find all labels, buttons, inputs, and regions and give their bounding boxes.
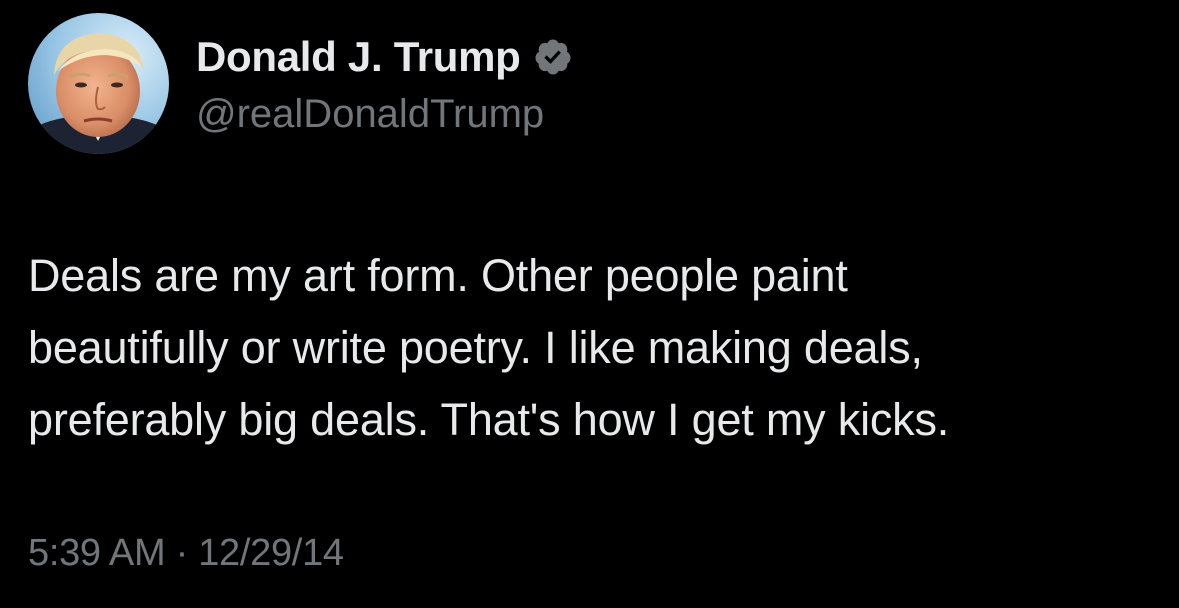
tweet-card: Donald J. Trump @realDonaldTrump Deals a… [0,0,1179,608]
author-name[interactable]: Donald J. Trump [196,33,521,81]
author-name-row: Donald J. Trump [196,32,573,82]
avatar[interactable] [28,13,169,154]
verified-badge-icon[interactable] [533,37,573,77]
profile-photo [28,13,169,154]
tweet-time[interactable]: 5:39 AM [28,532,166,574]
tweet-text-line: beautifully or write poetry. I like maki… [28,322,923,373]
tweet-text-line: Deals are my art form. Other people pain… [28,250,848,301]
tweet-text-line: preferably big deals. That's how I get m… [28,394,950,445]
author-handle[interactable]: @realDonaldTrump [196,92,544,137]
tweet-text: Deals are my art form. Other people pain… [28,240,1158,456]
meta-separator: · [175,532,189,574]
tweet-date[interactable]: 12/29/14 [198,532,344,574]
tweet-metadata: 5:39 AM · 12/29/14 [28,532,344,575]
